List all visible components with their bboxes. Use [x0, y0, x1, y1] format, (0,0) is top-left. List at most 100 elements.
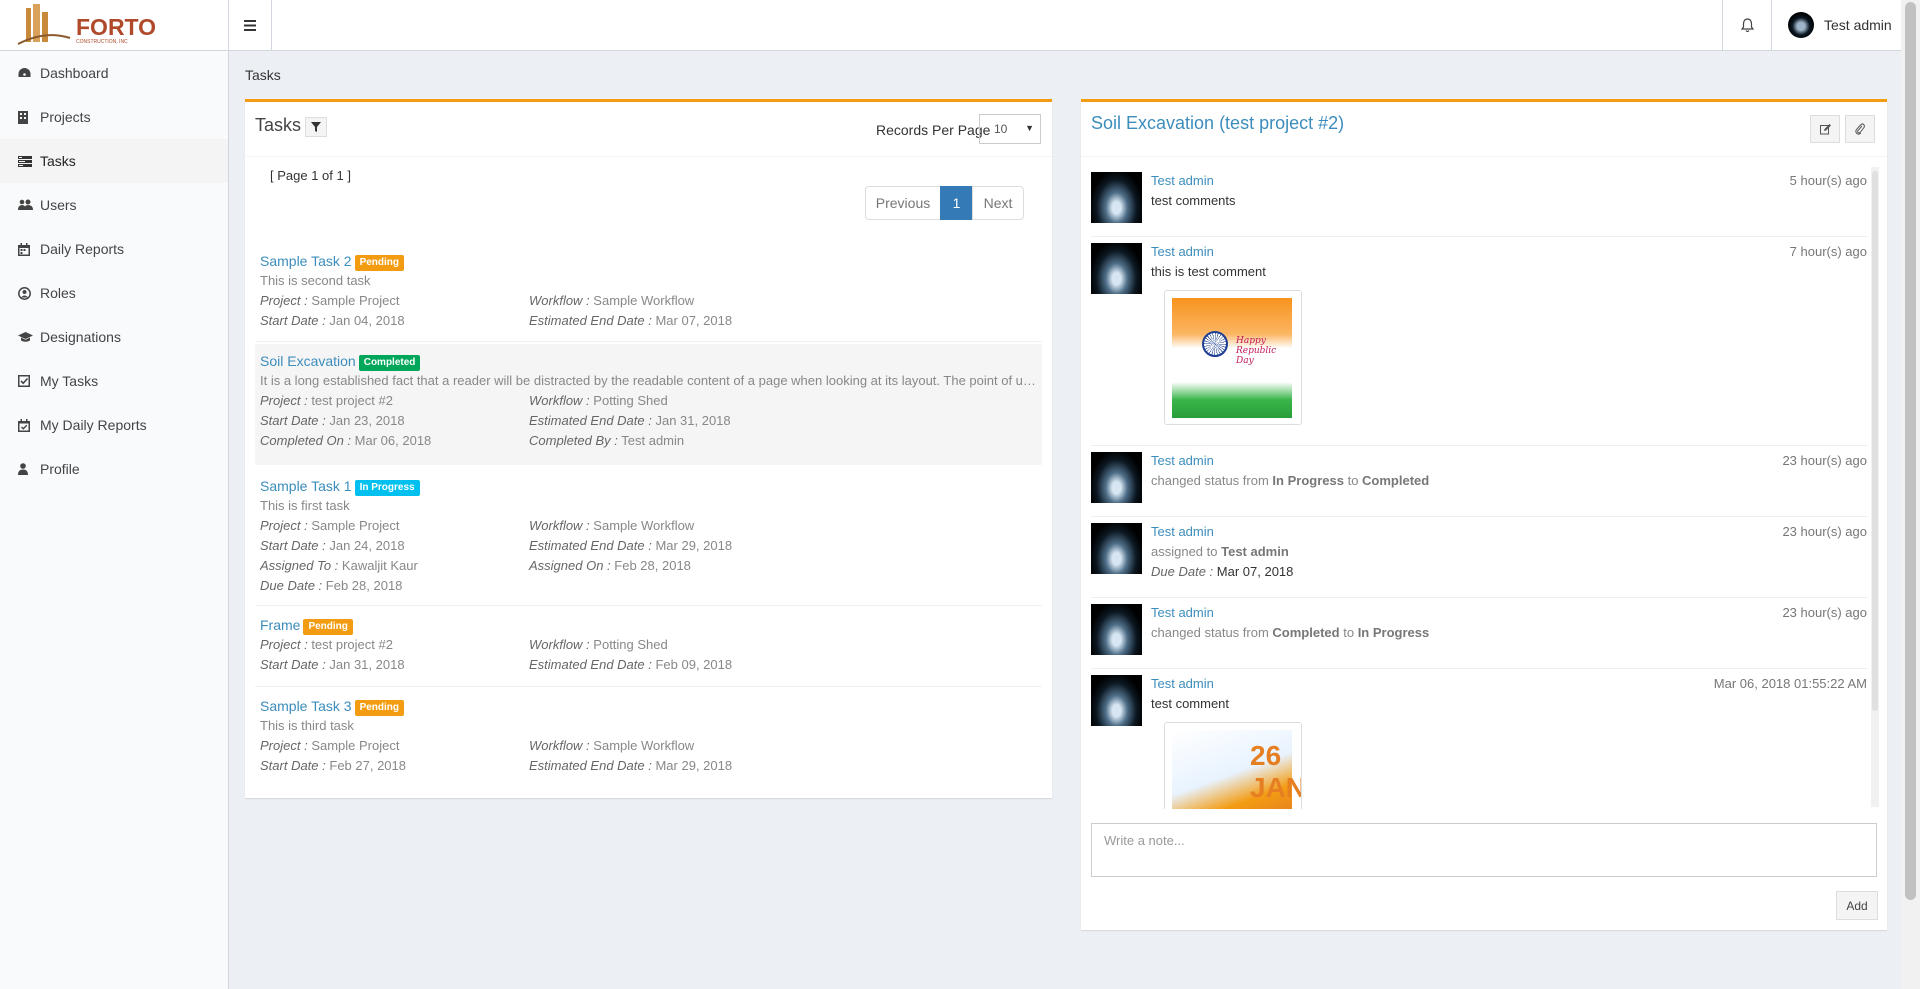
- comments-list[interactable]: Test admin 5 hour(s) ago test comments T…: [1091, 163, 1877, 809]
- tasks-panel-title: Tasks: [255, 115, 302, 135]
- task-title-link[interactable]: Sample Task 2: [260, 253, 352, 269]
- sidebar-item-designations[interactable]: Designations: [0, 315, 228, 359]
- field-label: Project :: [260, 393, 308, 408]
- estimated-end-date-value: Mar 29, 2018: [655, 758, 733, 773]
- comment-item: Test admin 23 hour(s) ago changed status…: [1091, 443, 1867, 513]
- top-header: FORTO CONSTRUCTION, INC Test admin: [0, 0, 1901, 51]
- comment-attachment-image[interactable]: 26 JANUARY: [1164, 722, 1302, 809]
- field-label: Start Date :: [260, 538, 326, 553]
- field-label: Workflow :: [529, 738, 590, 753]
- due-date-line: Due Date : Mar 07, 2018: [1151, 564, 1293, 579]
- start-date-value: Jan 24, 2018: [329, 538, 405, 553]
- sidebar: Dashboard Projects Tasks Users Daily Rep…: [0, 51, 229, 989]
- filter-button[interactable]: [305, 117, 327, 137]
- task-description: This is first task: [260, 498, 350, 513]
- attach-button[interactable]: [1845, 115, 1875, 143]
- project-value: test project #2: [311, 637, 393, 652]
- comment-author-link[interactable]: Test admin: [1151, 605, 1214, 620]
- records-per-page-select[interactable]: 10 ▼: [979, 114, 1041, 144]
- field-label: Estimated End Date :: [529, 313, 652, 328]
- status-badge: In Progress: [354, 480, 420, 496]
- image-caption: 26 JANUARY: [1250, 740, 1302, 803]
- estimated-end-date-value: Mar 29, 2018: [655, 538, 733, 553]
- start-date-value: Jan 31, 2018: [329, 657, 405, 672]
- estimated-end-date-value: Feb 09, 2018: [655, 657, 733, 672]
- task-description: This is third task: [260, 718, 354, 733]
- project-value: Sample Project: [311, 293, 400, 308]
- bell-icon: [1740, 17, 1754, 32]
- building-icon: [18, 110, 40, 124]
- next-page-button[interactable]: Next: [972, 186, 1024, 220]
- estimated-end-date-value: Mar 07, 2018: [655, 313, 733, 328]
- activity-text: to: [1347, 473, 1359, 488]
- workflow-value: Sample Workflow: [593, 738, 695, 753]
- divider: [255, 605, 1042, 606]
- caret-down-icon: ▼: [1025, 123, 1034, 133]
- add-note-button[interactable]: Add: [1836, 891, 1878, 920]
- current-page-button[interactable]: 1: [940, 186, 973, 220]
- comment-time: 7 hour(s) ago: [1789, 244, 1867, 259]
- task-title-link[interactable]: Sample Task 3: [260, 698, 352, 714]
- activity-text: changed status from: [1151, 473, 1269, 488]
- field-label: Workflow :: [529, 393, 590, 408]
- comment-avatar: [1091, 172, 1142, 223]
- sidebar-item-projects[interactable]: Projects: [0, 95, 228, 139]
- tasks-panel-header: Tasks Records Per Page 10 ▼: [245, 102, 1052, 157]
- comment-attachment-image[interactable]: Happy Republic Day: [1164, 290, 1302, 425]
- brand-logo[interactable]: FORTO CONSTRUCTION, INC: [0, 0, 229, 51]
- dashboard-icon: [18, 67, 40, 79]
- hamburger-icon: [244, 19, 256, 31]
- sidebar-item-profile[interactable]: Profile: [0, 447, 228, 491]
- tasks-panel: Tasks Records Per Page 10 ▼ [ Page 1 of …: [245, 99, 1052, 798]
- paperclip-icon: [1855, 123, 1865, 135]
- field-label: Start Date :: [260, 657, 326, 672]
- comment-avatar: [1091, 604, 1142, 655]
- sidebar-item-label: My Daily Reports: [40, 417, 147, 433]
- status-badge: Pending: [303, 619, 353, 635]
- field-label: Due Date :: [1151, 564, 1214, 579]
- note-input[interactable]: Write a note...: [1091, 823, 1877, 877]
- sidebar-item-daily-reports[interactable]: Daily Reports: [0, 227, 228, 271]
- due-date-value: Feb 28, 2018: [325, 578, 403, 593]
- edit-button[interactable]: [1810, 115, 1840, 143]
- comment-avatar: [1091, 243, 1142, 294]
- comment-time: 5 hour(s) ago: [1789, 173, 1867, 188]
- task-title-link[interactable]: Frame: [260, 617, 300, 633]
- task-item: Sample Task 3 Pending This is third task …: [255, 698, 1042, 778]
- comment-time: 23 hour(s) ago: [1782, 524, 1867, 539]
- sidebar-item-users[interactable]: Users: [0, 183, 228, 227]
- notifications-button[interactable]: [1722, 0, 1772, 50]
- comment-time: 23 hour(s) ago: [1782, 605, 1867, 620]
- field-label: Completed By :: [529, 433, 618, 448]
- status-badge: Pending: [354, 255, 405, 271]
- task-item[interactable]: Soil Excavation Completed It is a long es…: [255, 344, 1042, 465]
- comment-time: 23 hour(s) ago: [1782, 453, 1867, 468]
- start-date-value: Feb 27, 2018: [329, 758, 406, 773]
- sidebar-item-my-tasks[interactable]: My Tasks: [0, 359, 228, 403]
- sidebar-item-my-daily-reports[interactable]: My Daily Reports: [0, 403, 228, 447]
- page-scrollbar[interactable]: [1901, 0, 1920, 989]
- comments-scrollbar[interactable]: [1871, 167, 1879, 807]
- task-title-link[interactable]: Sample Task 1: [260, 478, 352, 494]
- comment-author-link[interactable]: Test admin: [1151, 676, 1214, 691]
- task-description: It is a long established fact that a rea…: [260, 373, 1042, 388]
- sidebar-item-roles[interactable]: Roles: [0, 271, 228, 315]
- comment-text: test comment: [1151, 696, 1230, 711]
- previous-page-button[interactable]: Previous: [865, 186, 941, 220]
- comment-author-link[interactable]: Test admin: [1151, 524, 1214, 539]
- status-badge: Pending: [354, 700, 405, 716]
- page-info: [ Page 1 of 1 ]: [270, 168, 351, 183]
- comment-author-link[interactable]: Test admin: [1151, 453, 1214, 468]
- field-label: Estimated End Date :: [529, 413, 652, 428]
- sidebar-item-tasks[interactable]: Tasks: [0, 139, 228, 183]
- sidebar-item-dashboard[interactable]: Dashboard: [0, 51, 228, 95]
- comment-author-link[interactable]: Test admin: [1151, 244, 1214, 259]
- brand-name: FORTO: [76, 14, 156, 40]
- comment-author-link[interactable]: Test admin: [1151, 173, 1214, 188]
- sidebar-toggle-button[interactable]: [229, 0, 272, 50]
- task-description: This is second task: [260, 273, 371, 288]
- user-menu[interactable]: Test admin: [1772, 0, 1892, 50]
- task-title-link[interactable]: Soil Excavation: [260, 353, 356, 369]
- comment-text: assigned to Test admin: [1151, 544, 1289, 559]
- comment-text: this is test comment: [1151, 264, 1266, 279]
